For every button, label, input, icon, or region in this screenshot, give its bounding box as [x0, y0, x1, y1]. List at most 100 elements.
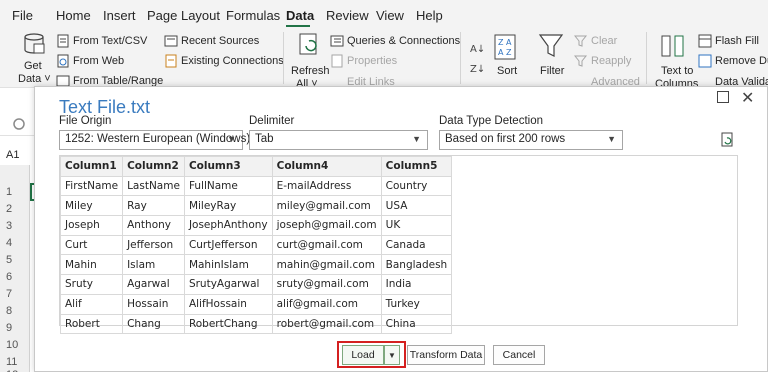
chevron-down-icon: ▼ — [388, 351, 396, 360]
table-cell: Turkey — [380, 293, 453, 315]
tab-formulas[interactable]: Formulas — [226, 8, 280, 23]
reapply-button[interactable]: Reapply — [591, 55, 631, 67]
tab-insert[interactable]: Insert — [103, 8, 136, 23]
chevron-down-icon: ▼ — [607, 134, 616, 144]
table-row: Joseph Anthony JosephAnthony joseph@gmail.c… — [59, 215, 453, 236]
flash-fill-icon — [698, 34, 712, 48]
header-row: Column1 Column2 Column3 Column4 Column5 — [59, 156, 453, 177]
table-row: Alif Hossain AlifHossain alif@gmail.com Turk… — [59, 293, 453, 315]
table-cell: Alif — [59, 293, 124, 315]
table-cell: FirstName — [59, 175, 124, 197]
table-cell: AlifHossain — [183, 293, 273, 315]
delimiter-label: Delimiter — [249, 115, 295, 127]
tab-view[interactable]: View — [376, 8, 404, 23]
remove-duplicates-button[interactable]: Remove Du — [715, 55, 768, 67]
table-cell: robert@gmail.com — [271, 313, 382, 335]
column-header: Column2 — [122, 156, 185, 177]
text-to-columns-label-1[interactable]: Text to — [661, 65, 693, 77]
queries-connections-button[interactable]: Queries & Connections — [347, 35, 460, 47]
recent-sources-button[interactable]: Recent Sources — [181, 35, 259, 47]
database-icon — [24, 33, 45, 54]
text-file-icon — [57, 34, 69, 48]
column-header: Column1 — [59, 156, 124, 177]
file-origin-select[interactable]: 1252: Western European (Windows) ▼ — [59, 130, 250, 150]
row-number: 7 — [6, 288, 13, 300]
table-cell: Sruty — [59, 274, 124, 295]
delimiter-select[interactable]: Tab ▼ — [249, 130, 428, 150]
row-number: 6 — [6, 271, 13, 283]
tab-file[interactable]: File — [12, 8, 33, 23]
table-cell: Mahin — [59, 254, 124, 276]
tab-review[interactable]: Review — [326, 8, 369, 23]
table-cell: MahinIslam — [183, 254, 273, 276]
clear-button[interactable]: Clear — [591, 35, 617, 47]
load-dropdown-button[interactable]: ▼ — [384, 345, 400, 365]
tab-home[interactable]: Home — [56, 8, 91, 23]
tab-data[interactable]: Data — [286, 8, 314, 23]
load-button[interactable]: Load — [342, 345, 384, 365]
get-data-label-1[interactable]: Get — [24, 60, 42, 72]
clear-filter-icon — [574, 35, 588, 47]
ribbon-separator — [646, 32, 647, 84]
filter-icon — [538, 34, 564, 57]
name-box[interactable]: A1 — [6, 149, 19, 161]
table-cell: sruty@gmail.com — [271, 274, 382, 295]
recent-sources-icon — [164, 35, 178, 47]
preview-table: Column1 Column2 Column3 Column4 Column5 … — [59, 156, 453, 335]
refresh-preview-icon[interactable] — [721, 132, 735, 148]
sort-dialog-icon: Z AA Z — [494, 34, 516, 60]
table-row: Curt Jefferson CurtJefferson curt@gmail.com… — [59, 234, 453, 256]
tab-help[interactable]: Help — [416, 8, 443, 23]
data-type-detection-select[interactable]: Based on first 200 rows ▼ — [439, 130, 623, 150]
row-number: 8 — [6, 305, 13, 317]
transform-data-button[interactable]: Transform Data — [407, 345, 485, 365]
existing-connections-icon — [165, 54, 177, 68]
close-button[interactable]: ✕ — [741, 88, 754, 108]
chevron-down-icon: ▼ — [227, 134, 236, 144]
svg-text:Z A: Z A — [498, 38, 512, 47]
table-cell: Hossain — [122, 293, 185, 315]
filter-button[interactable]: Filter — [540, 65, 564, 77]
tab-page-layout[interactable]: Page Layout — [147, 8, 220, 23]
active-tab-underline — [286, 25, 310, 27]
ribbon-separator — [460, 32, 461, 84]
table-cell: joseph@gmail.com — [271, 215, 382, 236]
table-cell: India — [380, 274, 453, 295]
table-cell: curt@gmail.com — [271, 234, 382, 256]
flash-fill-button[interactable]: Flash Fill — [715, 35, 759, 47]
refresh-all-label-1[interactable]: Refresh — [291, 65, 330, 77]
existing-connections-button[interactable]: Existing Connections — [181, 55, 284, 67]
svg-text:A Z: A Z — [498, 48, 512, 57]
column-header: Column3 — [183, 156, 273, 177]
table-cell: Chang — [122, 313, 185, 335]
from-web-button[interactable]: From Web — [73, 55, 124, 67]
table-cell: Country — [380, 175, 453, 197]
table-cell: Miley — [59, 195, 124, 217]
table-cell: SrutyAgarwal — [183, 274, 273, 295]
maximize-button[interactable] — [717, 91, 729, 103]
row-number: 3 — [6, 220, 13, 232]
sort-az-icon: A↓ Z↓ — [470, 44, 484, 75]
get-data-label-2[interactable]: Data ˅ — [18, 73, 51, 85]
table-cell: mahin@gmail.com — [271, 254, 382, 276]
table-row: Robert Chang RobertChang robert@gmail.com Ch… — [59, 313, 453, 335]
delimiter-value: Tab — [255, 133, 274, 145]
data-preview: Column1 Column2 Column3 Column4 Column5 … — [59, 155, 738, 335]
column-header: Column4 — [271, 156, 382, 177]
table-cell: Curt — [59, 234, 124, 256]
row-number: 2 — [6, 203, 13, 215]
table-cell: MileyRay — [183, 195, 273, 217]
transition-glyph — [0, 117, 34, 133]
properties-button[interactable]: Properties — [347, 55, 397, 67]
svg-text:A↓: A↓ — [470, 44, 484, 55]
table-cell: Jefferson — [122, 234, 185, 256]
row-number: 1 — [6, 186, 13, 198]
table-cell: RobertChang — [183, 313, 273, 335]
from-text-csv-button[interactable]: From Text/CSV — [73, 35, 147, 47]
row-number: 5 — [6, 254, 13, 266]
table-cell: UK — [380, 215, 453, 236]
sort-button[interactable]: Sort — [497, 65, 517, 77]
row-number: 4 — [6, 237, 13, 249]
table-row: Miley Ray MileyRay miley@gmail.com USA — [59, 195, 453, 217]
cancel-button[interactable]: Cancel — [493, 345, 545, 365]
